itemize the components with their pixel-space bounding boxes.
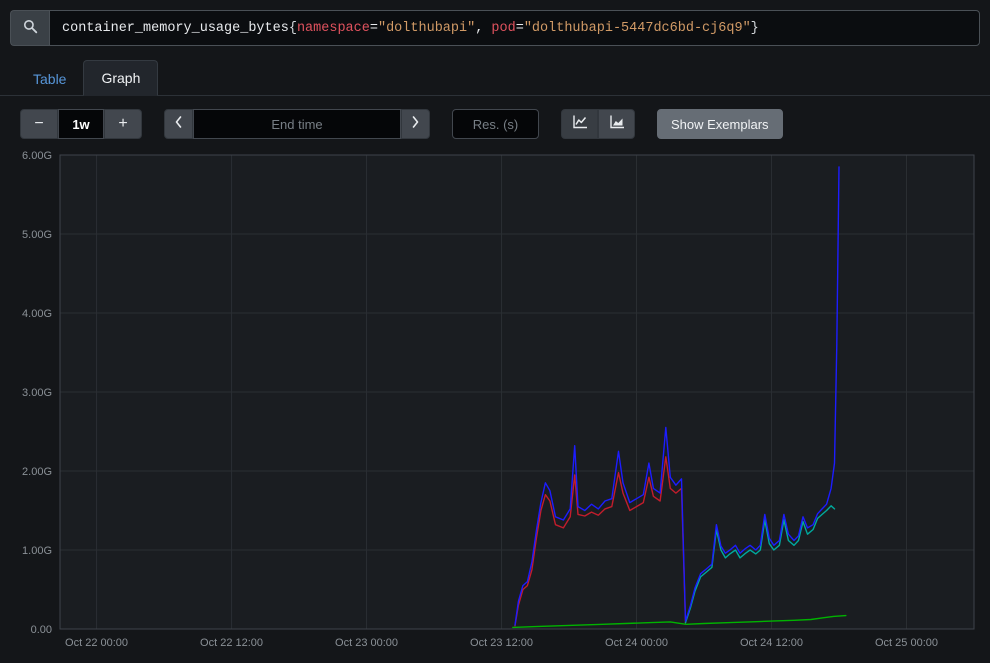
duration-group: − +	[20, 109, 142, 139]
svg-text:3.00G: 3.00G	[22, 387, 52, 399]
line-chart-toggle-button[interactable]	[561, 109, 598, 139]
duration-increase-button[interactable]: +	[104, 109, 142, 139]
show-exemplars-button[interactable]: Show Exemplars	[657, 109, 783, 139]
duration-decrease-button[interactable]: −	[20, 109, 58, 139]
execute-query-button[interactable]	[10, 10, 49, 46]
svg-text:5.00G: 5.00G	[22, 229, 52, 241]
svg-text:6.00G: 6.00G	[22, 150, 52, 162]
graph-controls-toolbar: − +	[0, 96, 990, 148]
panel-tabs: Table Graph	[0, 54, 990, 96]
query-expression-text: container_memory_usage_bytes{namespace="…	[62, 21, 759, 36]
end-time-forward-button[interactable]	[401, 109, 430, 139]
graph-panel: 0.00 1.00G 2.00G 3.00G 4.00G 5.00G 6.00G Oct 22…	[0, 148, 990, 663]
svg-text:0.00: 0.00	[31, 624, 52, 636]
tab-graph[interactable]: Graph	[83, 60, 158, 96]
svg-text:1.00G: 1.00G	[22, 545, 52, 557]
query-bar: container_memory_usage_bytes{namespace="…	[0, 0, 990, 54]
chevron-left-icon	[174, 115, 183, 133]
duration-input[interactable]	[58, 109, 104, 139]
svg-text:Oct 23 12:00: Oct 23 12:00	[470, 637, 533, 649]
svg-text:Oct 23 00:00: Oct 23 00:00	[335, 637, 398, 649]
chart-type-group	[561, 109, 635, 139]
stacked-chart-icon	[609, 114, 625, 134]
tab-table[interactable]: Table	[16, 62, 83, 96]
prometheus-graph-page: container_memory_usage_bytes{namespace="…	[0, 0, 990, 663]
svg-text:Oct 22 12:00: Oct 22 12:00	[200, 637, 263, 649]
stacked-chart-toggle-button[interactable]	[598, 109, 635, 139]
svg-text:Oct 24 12:00: Oct 24 12:00	[740, 637, 803, 649]
svg-text:Oct 22 00:00: Oct 22 00:00	[65, 637, 128, 649]
query-expression-input[interactable]: container_memory_usage_bytes{namespace="…	[49, 10, 980, 46]
svg-text:2.00G: 2.00G	[22, 466, 52, 478]
end-time-back-button[interactable]	[164, 109, 193, 139]
line-chart-icon	[572, 114, 588, 134]
end-time-group	[164, 109, 430, 139]
svg-text:4.00G: 4.00G	[22, 308, 52, 320]
chevron-right-icon	[411, 115, 420, 133]
svg-text:Oct 25 00:00: Oct 25 00:00	[875, 637, 938, 649]
search-icon	[23, 19, 38, 37]
memory-usage-graph-canvas[interactable]: 0.00 1.00G 2.00G 3.00G 4.00G 5.00G 6.00G Oct 22…	[18, 148, 980, 663]
resolution-input[interactable]	[452, 109, 539, 139]
end-time-input[interactable]	[193, 109, 401, 139]
svg-text:Oct 24 00:00: Oct 24 00:00	[605, 637, 668, 649]
